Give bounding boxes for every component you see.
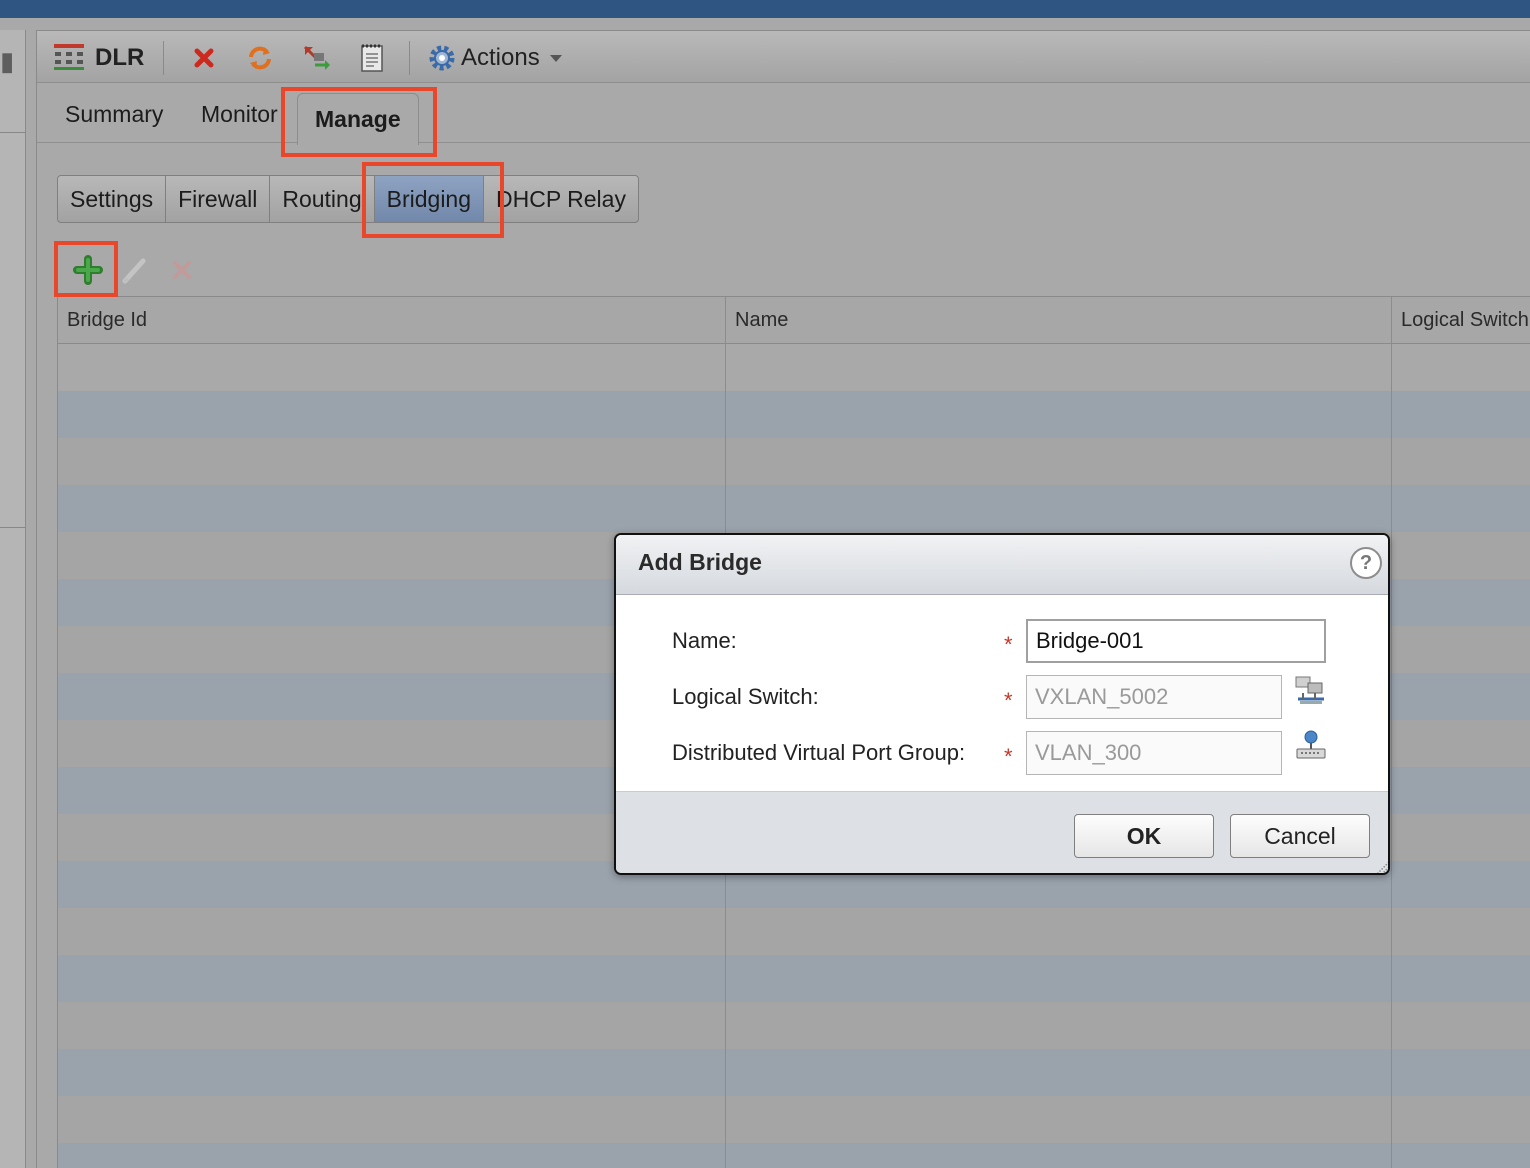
window-top-bar <box>0 0 1530 18</box>
column-divider <box>1391 297 1392 1168</box>
subtab-settings[interactable]: Settings <box>58 176 167 222</box>
object-title: DLR <box>95 44 145 71</box>
table-row <box>58 391 1530 438</box>
subtab-firewall[interactable]: Firewall <box>166 176 271 222</box>
add-icon[interactable] <box>73 255 103 285</box>
subtab-bridging[interactable]: Bridging <box>374 176 485 222</box>
gear-icon <box>429 45 455 71</box>
delete-icon[interactable] <box>189 43 219 73</box>
table-row <box>58 1049 1530 1096</box>
resize-grip-icon[interactable] <box>1374 859 1390 875</box>
chevron-down-icon <box>549 54 562 62</box>
tab-summary[interactable]: Summary <box>65 101 163 128</box>
actions-menu-button[interactable]: Actions <box>427 41 562 75</box>
name-label: Name: <box>672 628 737 653</box>
subtab-dhcp-relay[interactable]: DHCP Relay <box>484 176 638 222</box>
logical-switch-label: Logical Switch: <box>672 684 819 709</box>
navigator-divider <box>0 132 26 133</box>
table-row <box>58 485 1530 532</box>
tab-manage[interactable]: Manage <box>297 93 419 145</box>
table-row <box>58 438 1530 485</box>
port-group-label: Distributed Virtual Port Group: <box>672 740 966 765</box>
column-header-logical-switch[interactable]: Logical Switch <box>1392 297 1530 344</box>
dialog-body: Name: * Logical Switch: * Distributed Vi… <box>616 595 1388 791</box>
port-group-field[interactable] <box>1026 731 1282 775</box>
manage-subtabs: Settings Firewall Routing Bridging DHCP … <box>57 175 639 223</box>
grid-header: Bridge Id Name Logical Switch <box>58 297 1530 344</box>
table-row <box>58 1002 1530 1049</box>
object-tabs: Summary Monitor Manage <box>37 83 1530 145</box>
column-header-bridge-id[interactable]: Bridge Id <box>58 297 726 344</box>
required-marker: * <box>1004 632 1013 657</box>
table-row <box>58 955 1530 1002</box>
actions-label: Actions <box>461 44 540 71</box>
tab-monitor[interactable]: Monitor <box>201 101 278 128</box>
left-navigator-panel: ▮ <box>0 30 26 1168</box>
table-row <box>58 908 1530 955</box>
object-toolbar: DLR Actions <box>37 31 1530 83</box>
dialog-title: Add Bridge <box>638 549 762 575</box>
add-bridge-dialog: Add Bridge ? Name: * Logical Switch: * D… <box>614 533 1390 875</box>
toolbar-separator <box>163 41 164 75</box>
cancel-button[interactable]: Cancel <box>1230 814 1370 858</box>
port-group-picker-icon[interactable] <box>1294 729 1328 763</box>
column-header-name[interactable]: Name <box>726 297 1392 344</box>
edit-icon[interactable] <box>119 255 149 285</box>
name-field[interactable] <box>1026 619 1326 663</box>
notes-icon[interactable] <box>357 43 387 73</box>
subtab-routing[interactable]: Routing <box>270 176 375 222</box>
required-marker: * <box>1004 744 1013 769</box>
pin-icon[interactable]: ▮ <box>0 46 14 77</box>
dialog-footer: OK Cancel <box>616 791 1390 875</box>
delete-icon[interactable] <box>167 255 197 285</box>
dialog-header: Add Bridge ? <box>616 535 1388 595</box>
table-row <box>58 1143 1530 1168</box>
navigator-divider <box>0 527 26 528</box>
refresh-icon[interactable] <box>245 43 275 73</box>
required-marker: * <box>1004 688 1013 713</box>
logical-switch-picker-icon[interactable] <box>1294 673 1328 707</box>
logical-switch-field[interactable] <box>1026 675 1282 719</box>
dlr-router-icon <box>54 44 84 70</box>
toolbar-separator <box>409 41 410 75</box>
ok-button[interactable]: OK <box>1074 814 1214 858</box>
table-row <box>58 1096 1530 1143</box>
help-icon[interactable]: ? <box>1350 547 1382 579</box>
migrate-icon[interactable] <box>301 43 331 73</box>
